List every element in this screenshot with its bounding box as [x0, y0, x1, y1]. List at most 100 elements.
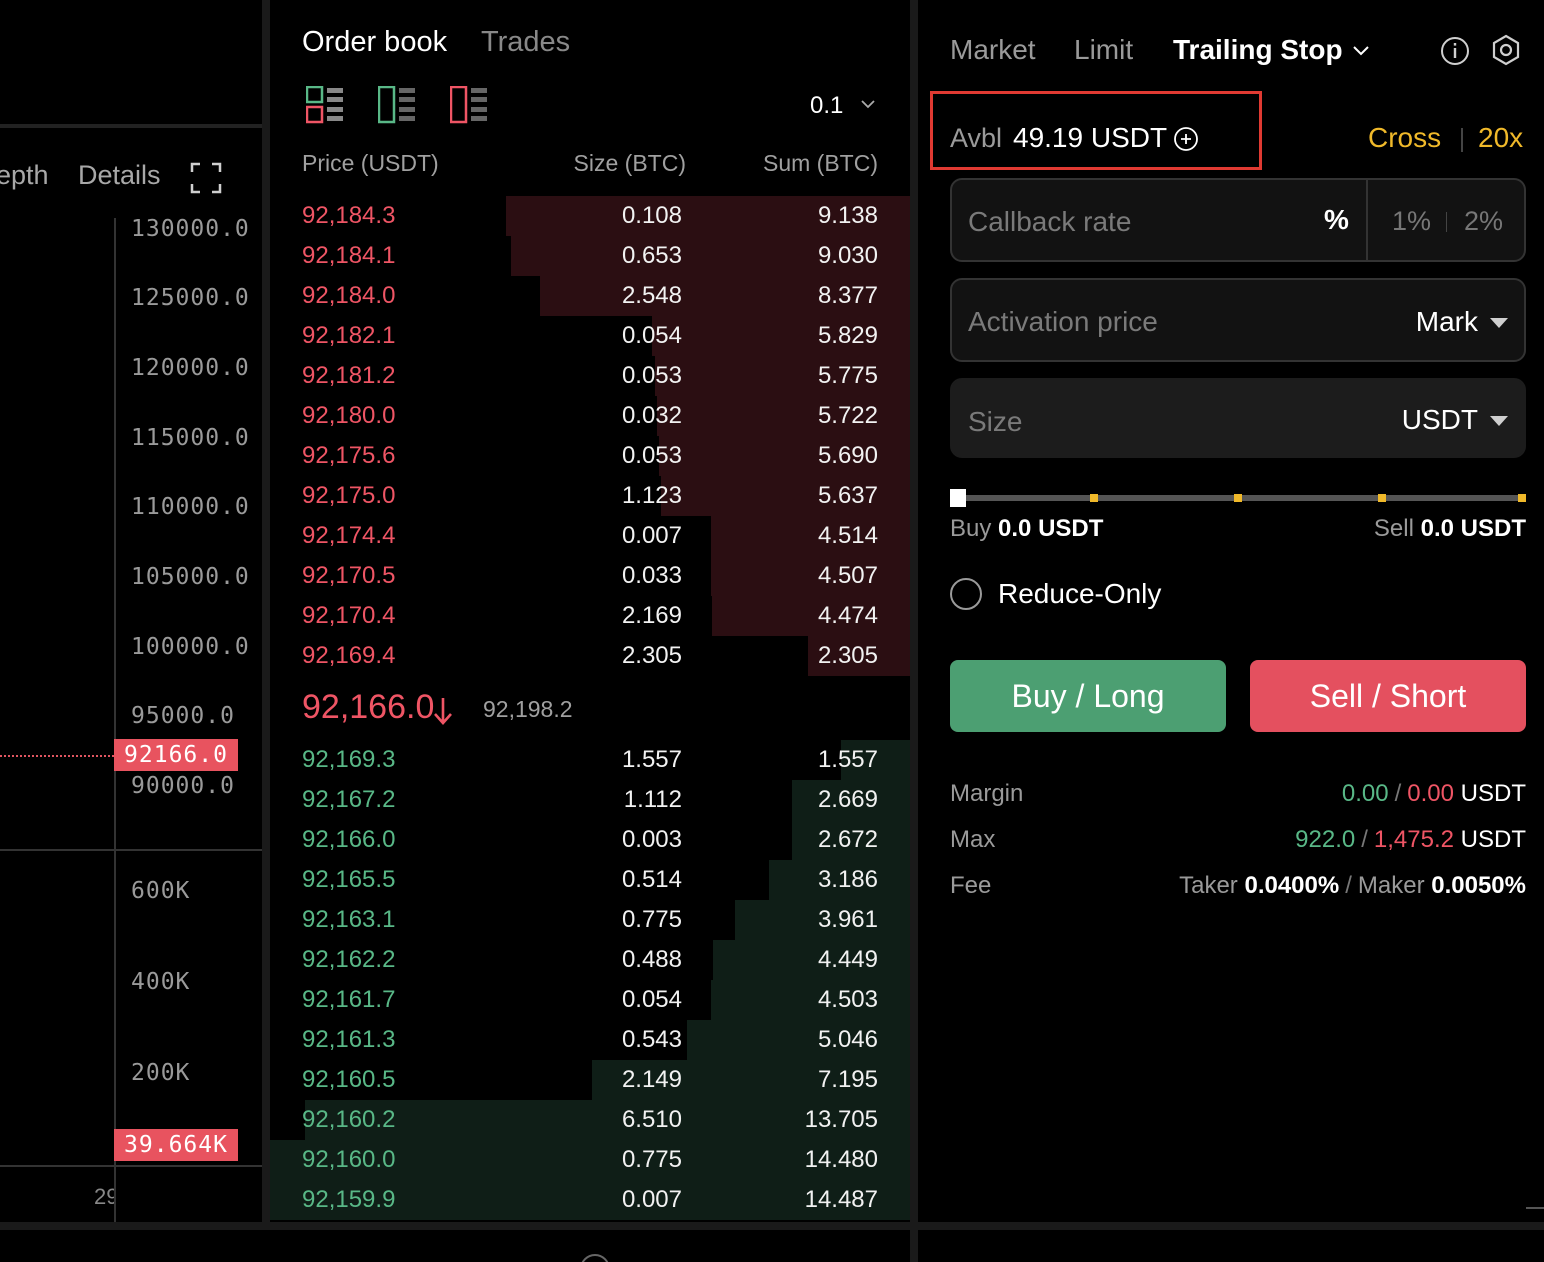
- max-buy: 922.0: [1295, 826, 1356, 853]
- layout-both-icon[interactable]: [306, 86, 344, 124]
- fee-value: Taker 0.0400% / Maker 0.0050%: [1179, 872, 1526, 899]
- margin-sell: 0.00: [1407, 780, 1454, 807]
- bid-row[interactable]: 92,159.9 0.007 14.487: [270, 1180, 910, 1220]
- ask-row[interactable]: 92,184.0 2.548 8.377: [270, 276, 910, 316]
- caret-down-icon[interactable]: [1490, 416, 1508, 426]
- bid-row[interactable]: 92,167.2 1.112 2.669: [270, 780, 910, 820]
- tab-trailing-stop[interactable]: Trailing Stop: [1173, 34, 1343, 66]
- bid-row[interactable]: 92,165.5 0.514 3.186: [270, 860, 910, 900]
- bid-size: 6.510: [621, 1106, 682, 1133]
- ask-size: 0.053: [621, 362, 682, 389]
- add-funds-icon[interactable]: [1173, 126, 1199, 152]
- tab-depth[interactable]: epth: [0, 160, 49, 191]
- bid-row[interactable]: 92,162.2 0.488 4.449: [270, 940, 910, 980]
- caret-down-icon[interactable]: [1490, 318, 1508, 328]
- bid-size: 0.054: [621, 986, 682, 1013]
- buy-long-button[interactable]: Buy / Long: [950, 660, 1226, 732]
- ask-row[interactable]: 92,181.2 0.053 5.775: [270, 356, 910, 396]
- bid-sum: 14.487: [804, 1186, 878, 1213]
- bid-size: 0.488: [621, 946, 682, 973]
- fee-row: Fee Taker 0.0400% / Maker 0.0050%: [950, 872, 1526, 904]
- info-icon[interactable]: [1440, 36, 1470, 66]
- tab-trades[interactable]: Trades: [481, 26, 570, 59]
- settings-icon[interactable]: [1490, 34, 1522, 66]
- precision-select[interactable]: 0.1: [810, 90, 880, 122]
- layout-asks-icon[interactable]: [450, 86, 488, 124]
- bid-row[interactable]: 92,169.3 1.557 1.557: [270, 740, 910, 780]
- slider-mark[interactable]: [1518, 494, 1526, 502]
- available-label: Avbl: [950, 123, 1003, 153]
- size-field[interactable]: Size USDT: [950, 378, 1526, 458]
- ask-sum: 9.030: [817, 242, 878, 269]
- size-slider[interactable]: [950, 488, 1526, 508]
- tab-details[interactable]: Details: [78, 160, 161, 191]
- bid-price: 92,165.5: [302, 866, 396, 893]
- leverage-button[interactable]: 20x: [1478, 122, 1523, 154]
- size-unit-select[interactable]: USDT: [1402, 404, 1478, 436]
- bid-size: 0.003: [621, 826, 682, 853]
- ask-row[interactable]: 92,170.5 0.033 4.507: [270, 556, 910, 596]
- ask-row[interactable]: 92,180.0 0.032 5.722: [270, 396, 910, 436]
- time-axis-divider: [0, 1165, 262, 1167]
- callback-rate-field[interactable]: Callback rate % 1% 2%: [950, 178, 1526, 262]
- ask-row[interactable]: 92,169.4 2.305 2.305: [270, 636, 910, 676]
- bid-size: 1.112: [623, 786, 682, 813]
- price-axis-tick: 95000.0: [131, 703, 235, 729]
- tab-limit[interactable]: Limit: [1074, 34, 1133, 66]
- bid-size: 0.543: [621, 1026, 682, 1053]
- slider-mark[interactable]: [1090, 494, 1098, 502]
- ask-size: 0.032: [621, 402, 682, 429]
- divider: [1366, 180, 1368, 260]
- reduce-only-label[interactable]: Reduce-Only: [998, 578, 1161, 610]
- callback-unit: %: [1324, 204, 1349, 235]
- bid-row[interactable]: 92,163.1 0.775 3.961: [270, 900, 910, 940]
- slider-handle[interactable]: [950, 489, 966, 507]
- bid-row[interactable]: 92,161.3 0.543 5.046: [270, 1020, 910, 1060]
- price-axis-tick: 120000.0: [131, 355, 250, 381]
- ask-row[interactable]: 92,184.3 0.108 9.138: [270, 196, 910, 236]
- callback-preset-1[interactable]: 1%: [1392, 206, 1431, 237]
- bid-sum: 13.705: [804, 1106, 878, 1133]
- ask-row[interactable]: 92,182.1 0.054 5.829: [270, 316, 910, 356]
- bid-row[interactable]: 92,161.7 0.054 4.503: [270, 980, 910, 1020]
- layout-bids-icon[interactable]: [378, 86, 416, 124]
- ask-price: 92,184.0: [302, 282, 396, 309]
- bid-price: 92,160.0: [302, 1146, 396, 1173]
- ask-size: 0.033: [621, 562, 682, 589]
- activation-price-type-select[interactable]: Mark: [1416, 306, 1478, 338]
- ask-row[interactable]: 92,175.6 0.053 5.690: [270, 436, 910, 476]
- reduce-only-radio[interactable]: [950, 578, 982, 610]
- bid-sum: 2.669: [817, 786, 878, 813]
- slider-mark[interactable]: [1234, 494, 1242, 502]
- callback-preset-2[interactable]: 2%: [1464, 206, 1503, 237]
- bid-row[interactable]: 92,160.0 0.775 14.480: [270, 1140, 910, 1180]
- bid-row[interactable]: 92,160.2 6.510 13.705: [270, 1100, 910, 1140]
- price-axis-tick: 90000.0: [131, 773, 235, 799]
- chevron-down-icon[interactable]: [1352, 42, 1370, 60]
- bottom-panel: [0, 1222, 1544, 1262]
- bid-row[interactable]: 92,166.0 0.003 2.672: [270, 820, 910, 860]
- slider-mark[interactable]: [1378, 494, 1386, 502]
- bid-row[interactable]: 92,160.5 2.149 7.195: [270, 1060, 910, 1100]
- bid-price: 92,160.2: [302, 1106, 396, 1133]
- price-axis-tick: 100000.0: [131, 634, 250, 660]
- volume-axis-tick: 200K: [131, 1060, 191, 1086]
- ask-sum: 5.722: [817, 402, 878, 429]
- chart-top-area: [0, 0, 262, 128]
- bid-size: 1.557: [621, 746, 682, 773]
- activation-price-field[interactable]: Activation price Mark: [950, 278, 1526, 362]
- margin-mode-button[interactable]: Cross: [1368, 122, 1441, 154]
- activation-price-placeholder: Activation price: [968, 306, 1158, 337]
- ask-row[interactable]: 92,174.4 0.007 4.514: [270, 516, 910, 556]
- ask-size: 0.054: [621, 322, 682, 349]
- tab-market[interactable]: Market: [950, 34, 1036, 66]
- ask-size: 2.548: [621, 282, 682, 309]
- ask-row[interactable]: 92,184.1 0.653 9.030: [270, 236, 910, 276]
- tab-order-book[interactable]: Order book: [302, 26, 447, 59]
- sell-short-button[interactable]: Sell / Short: [1250, 660, 1526, 732]
- fullscreen-icon[interactable]: [190, 162, 222, 194]
- ask-price: 92,184.1: [302, 242, 396, 269]
- ask-row[interactable]: 92,175.0 1.123 5.637: [270, 476, 910, 516]
- margin-row: Margin 0.00/0.00 USDT: [950, 780, 1526, 812]
- ask-row[interactable]: 92,170.4 2.169 4.474: [270, 596, 910, 636]
